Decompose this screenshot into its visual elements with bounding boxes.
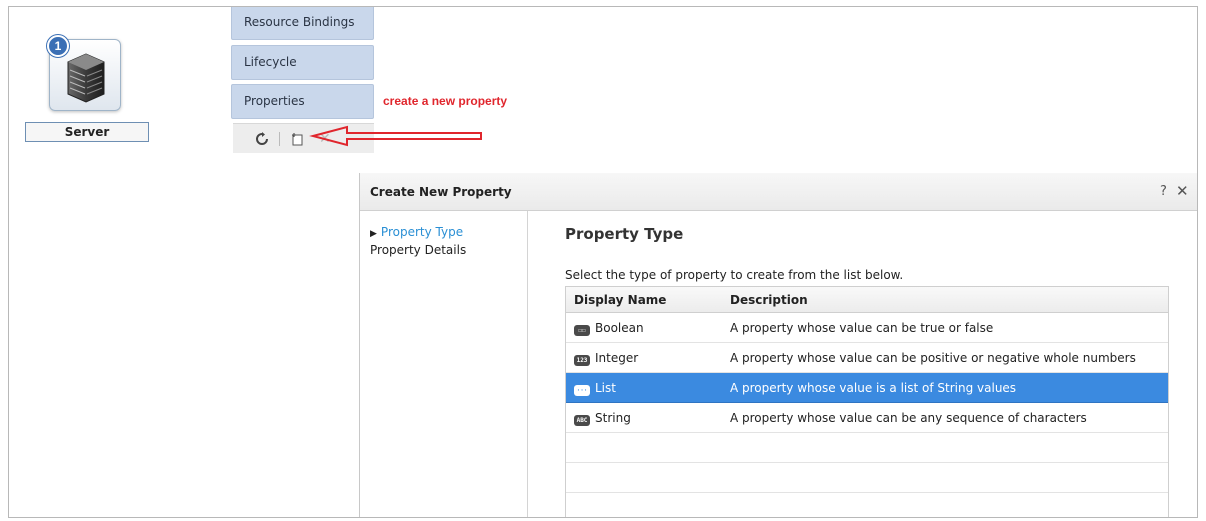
server-count-badge: 1 [47, 35, 69, 57]
annotation-label: create a new property [383, 94, 508, 108]
table-row[interactable]: 123 Integer A property whose value can be… [566, 343, 1168, 373]
row-description: A property whose value can be true or fa… [730, 321, 994, 335]
new-item-icon[interactable] [291, 132, 305, 149]
integer-icon: 123 [574, 355, 590, 366]
row-name: List [595, 381, 616, 395]
empty-row [566, 433, 1168, 463]
empty-row [566, 493, 1168, 517]
row-description: A property whose value can be any sequen… [730, 411, 1087, 425]
refresh-icon[interactable] [255, 132, 269, 149]
row-description: A property whose value is a list of Stri… [730, 381, 1017, 395]
string-icon: ABC [574, 415, 590, 426]
dialog-title: Create New Property [370, 185, 512, 199]
empty-row [566, 463, 1168, 493]
main-frame: 1 Server Resource Bindings Lifecycle Pro… [8, 6, 1198, 518]
list-icon: ··· [574, 385, 590, 396]
server-label[interactable]: Server [25, 122, 149, 142]
current-step-arrow-icon: ▶ [370, 229, 377, 239]
page-title: Property Type [565, 225, 684, 243]
column-header-description[interactable]: Description [730, 293, 808, 307]
row-name: Integer [595, 351, 639, 365]
toolbar-divider [279, 132, 280, 146]
row-name: String [595, 411, 631, 425]
row-display-name: 123 Integer [574, 351, 638, 366]
row-display-name: ··· List [574, 381, 616, 396]
annotation-arrow-icon [309, 125, 482, 147]
tab-properties[interactable]: Properties [231, 84, 374, 119]
table-row-selected[interactable]: ··· List A property whose value is a list… [566, 373, 1168, 403]
close-icon[interactable]: ✕ [1176, 182, 1189, 200]
create-property-dialog: Create New Property ? ✕ ▶ Property Type P… [359, 173, 1197, 517]
table-row[interactable]: ☐☐ Boolean A property whose value can be … [566, 313, 1168, 343]
step-label: Property Type [380, 225, 464, 239]
row-name: Boolean [595, 321, 644, 335]
step-property-details[interactable]: Property Details [370, 243, 466, 257]
step-property-type[interactable]: ▶ Property Type [370, 225, 463, 239]
table-row[interactable]: ABC String A property whose value can be … [566, 403, 1168, 433]
row-display-name: ABC String [574, 411, 631, 426]
dialog-header: Create New Property ? ✕ [360, 173, 1197, 211]
row-description: A property whose value can be positive o… [730, 351, 1136, 365]
row-display-name: ☐☐ Boolean [574, 321, 644, 336]
table-header: Display Name Description [566, 287, 1168, 313]
wizard-steps: ▶ Property Type Property Details [360, 211, 528, 517]
step-label: Property Details [370, 243, 467, 257]
tab-resource-bindings[interactable]: Resource Bindings [231, 7, 374, 40]
help-icon[interactable]: ? [1160, 184, 1167, 199]
instructions-text: Select the type of property to create fr… [565, 268, 904, 282]
property-type-table: Display Name Description ☐☐ Boolean A pro… [565, 286, 1169, 517]
tab-lifecycle[interactable]: Lifecycle [231, 45, 374, 80]
column-header-display-name[interactable]: Display Name [574, 293, 666, 307]
boolean-icon: ☐☐ [574, 325, 590, 336]
